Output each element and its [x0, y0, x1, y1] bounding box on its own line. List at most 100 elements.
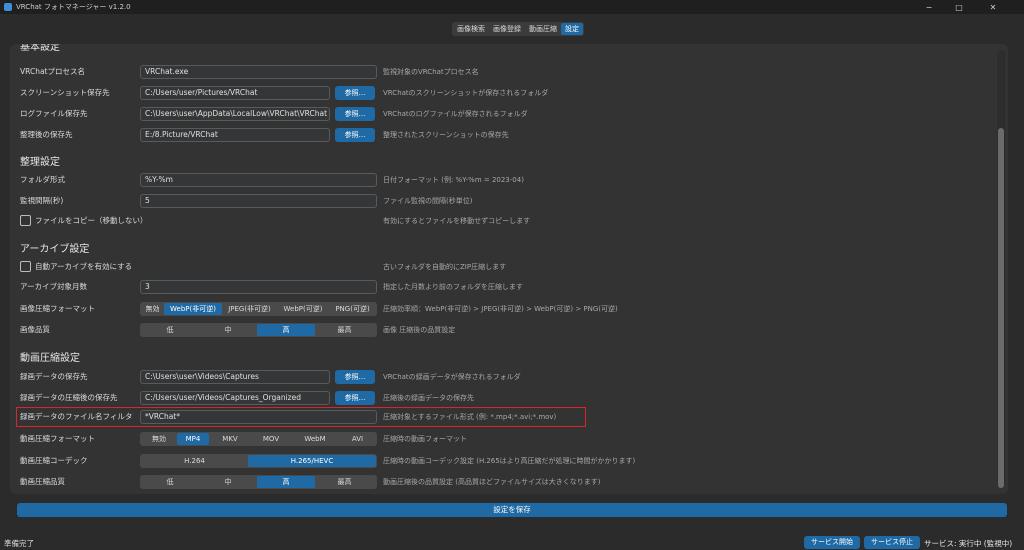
minimize-icon[interactable]: −: [914, 0, 944, 14]
video-format-option-webm[interactable]: WebM: [291, 433, 339, 445]
image-quality-option-highest[interactable]: 最高: [315, 324, 374, 336]
service-start-button[interactable]: サービス開始: [804, 536, 860, 549]
video-codec-desc: 圧縮時の動画コーデック設定 (H.265はより高圧縮だが処理に時間がかかります): [383, 457, 636, 465]
close-icon[interactable]: ✕: [978, 0, 1008, 14]
tab-image-register[interactable]: 画像登録: [489, 23, 525, 35]
video-quality-option-highest[interactable]: 最高: [315, 476, 374, 488]
organized-dir-desc: 整理されたスクリーンショットの保存先: [383, 131, 509, 139]
compressed-dir-label: 録画データの圧縮後の保存先: [20, 393, 118, 402]
image-quality-segmented: 低 中 高 最高: [140, 323, 377, 337]
image-format-option-webp-lossy[interactable]: WebP(非可逆): [164, 303, 222, 315]
archive-months-label: アーカイブ対象月数: [20, 282, 88, 291]
section-basic-header: 基本設定: [20, 44, 60, 53]
screenshot-dir-input[interactable]: C:/Users/user/Pictures/VRChat: [140, 86, 330, 100]
video-format-desc: 圧縮時の動画フォーマット: [383, 435, 467, 443]
image-quality-option-high[interactable]: 高: [257, 324, 315, 336]
auto-archive-label[interactable]: 自動アーカイブを有効にする: [35, 261, 132, 272]
image-format-option-png-lossless[interactable]: PNG(可逆): [329, 303, 376, 315]
archive-months-desc: 指定した月数より前のフォルダを圧縮します: [383, 283, 523, 291]
log-dir-input[interactable]: C:\Users\user\AppData\LocalLow\VRChat\VR…: [140, 107, 330, 121]
video-dir-label: 録画データの保存先: [20, 372, 88, 381]
organized-dir-input[interactable]: E:/8.Picture/VRChat: [140, 128, 330, 142]
video-dir-browse-button[interactable]: 参照...: [335, 370, 375, 384]
video-dir-input[interactable]: C:\Users\user\Videos\Captures: [140, 370, 330, 384]
video-codec-option-h264[interactable]: H.264: [141, 455, 248, 467]
video-codec-option-h265[interactable]: H.265/HEVC: [248, 455, 376, 467]
status-text: 準備完了: [4, 539, 34, 548]
screenshot-dir-label: スクリーンショット保存先: [20, 88, 110, 97]
scrollbar[interactable]: [997, 50, 1005, 488]
tab-bar: 画像検索 画像登録 動画圧縮 設定: [452, 22, 584, 36]
log-dir-desc: VRChatのログファイルが保存されるフォルダ: [383, 110, 528, 118]
image-format-option-webp-lossless[interactable]: WebP(可逆): [277, 303, 329, 315]
video-format-segmented: 無効 MP4 MKV MOV WebM AVI: [140, 432, 377, 446]
video-quality-desc: 動画圧縮後の品質設定 (高品質ほどファイルサイズは大きくなります): [383, 478, 601, 486]
auto-archive-checkbox[interactable]: [20, 261, 31, 272]
section-video-header: 動画圧縮設定: [20, 353, 80, 364]
settings-scroll-frame[interactable]: 基本設定 VRChatプロセス名 VRChat.exe 監視対象のVRChatプ…: [10, 44, 1008, 494]
maximize-icon[interactable]: □: [944, 0, 974, 14]
service-status-text: サービス: 実行中 (監視中): [924, 539, 1013, 548]
image-quality-desc: 画像 圧縮後の品質設定: [383, 326, 456, 334]
image-format-option-jpeg-lossy[interactable]: JPEG(非可逆): [222, 303, 277, 315]
folder-format-input[interactable]: %Y-%m: [140, 173, 377, 187]
copy-files-checkbox[interactable]: [20, 215, 31, 226]
name-filter-input[interactable]: *VRChat*: [140, 410, 377, 424]
image-format-segmented: 無効 WebP(非可逆) JPEG(非可逆) WebP(可逆) PNG(可逆): [140, 302, 377, 316]
video-dir-desc: VRChatの録画データが保存されるフォルダ: [383, 373, 521, 381]
section-organize-header: 整理設定: [20, 157, 60, 168]
save-settings-button[interactable]: 設定を保存: [17, 503, 1007, 517]
screenshot-dir-browse-button[interactable]: 参照...: [335, 86, 375, 100]
video-codec-segmented: H.264 H.265/HEVC: [140, 454, 377, 468]
video-quality-option-medium[interactable]: 中: [199, 476, 257, 488]
video-quality-segmented: 低 中 高 最高: [140, 475, 377, 489]
video-format-option-mov[interactable]: MOV: [251, 433, 291, 445]
process-name-label: VRChatプロセス名: [20, 67, 85, 76]
log-dir-browse-button[interactable]: 参照...: [335, 107, 375, 121]
video-format-label: 動画圧縮フォーマット: [20, 434, 95, 443]
image-format-desc: 圧縮効率順：WebP(非可逆) > JPEG(非可逆) > WebP(可逆) >…: [383, 305, 618, 313]
copy-files-label[interactable]: ファイルをコピー（移動しない）: [35, 215, 148, 226]
organized-dir-browse-button[interactable]: 参照...: [335, 128, 375, 142]
video-quality-label: 動画圧縮品質: [20, 477, 65, 486]
interval-input[interactable]: 5: [140, 194, 377, 208]
service-stop-button[interactable]: サービス停止: [864, 536, 920, 549]
name-filter-desc: 圧縮対象とするファイル形式 (例: *.mp4;*.avi;*.mov): [383, 413, 557, 421]
video-format-option-mp4[interactable]: MP4: [177, 433, 209, 445]
video-format-option-none[interactable]: 無効: [141, 433, 177, 445]
scrollbar-thumb[interactable]: [998, 128, 1004, 488]
name-filter-label: 録画データのファイル名フィルタ: [20, 412, 133, 421]
video-codec-label: 動画圧縮コーデック: [20, 456, 88, 465]
app-icon: [4, 3, 12, 11]
image-format-option-none[interactable]: 無効: [141, 303, 164, 315]
window-title: VRChat フォトマネージャー v1.2.0: [16, 3, 131, 11]
video-quality-option-low[interactable]: 低: [141, 476, 199, 488]
video-format-option-avi[interactable]: AVI: [339, 433, 376, 445]
tab-image-search[interactable]: 画像検索: [453, 23, 489, 35]
tab-video-compress[interactable]: 動画圧縮: [525, 23, 561, 35]
folder-format-desc: 日付フォーマット (例: %Y-%m = 2023-04): [383, 176, 524, 184]
screenshot-dir-desc: VRChatのスクリーンショットが保存されるフォルダ: [383, 89, 549, 97]
image-quality-option-medium[interactable]: 中: [199, 324, 257, 336]
compressed-dir-browse-button[interactable]: 参照...: [335, 391, 375, 405]
interval-label: 監視間隔(秒): [20, 196, 64, 205]
archive-months-input[interactable]: 3: [140, 280, 377, 294]
image-format-label: 画像圧縮フォーマット: [20, 304, 95, 313]
interval-desc: ファイル監視の間隔(秒単位): [383, 197, 473, 205]
status-bar: 準備完了 サービス開始 サービス停止 サービス: 実行中 (監視中): [0, 535, 1024, 550]
title-bar: VRChat フォトマネージャー v1.2.0 − □ ✕: [0, 0, 1024, 14]
organized-dir-label: 整理後の保存先: [20, 130, 73, 139]
process-name-desc: 監視対象のVRChatプロセス名: [383, 68, 479, 76]
folder-format-label: フォルダ形式: [20, 175, 65, 184]
compressed-dir-desc: 圧縮後の録画データの保存先: [383, 394, 474, 402]
compressed-dir-input[interactable]: C:/Users/user/Videos/Captures_Organized: [140, 391, 330, 405]
tab-settings[interactable]: 設定: [561, 23, 583, 35]
copy-files-desc: 有効にするとファイルを移動せずコピーします: [383, 217, 531, 225]
image-quality-option-low[interactable]: 低: [141, 324, 199, 336]
log-dir-label: ログファイル保存先: [20, 109, 88, 118]
section-archive-header: アーカイブ設定: [20, 244, 90, 255]
process-name-input[interactable]: VRChat.exe: [140, 65, 377, 79]
auto-archive-desc: 古いフォルダを自動的にZIP圧縮します: [383, 263, 507, 271]
video-format-option-mkv[interactable]: MKV: [209, 433, 251, 445]
video-quality-option-high[interactable]: 高: [257, 476, 315, 488]
